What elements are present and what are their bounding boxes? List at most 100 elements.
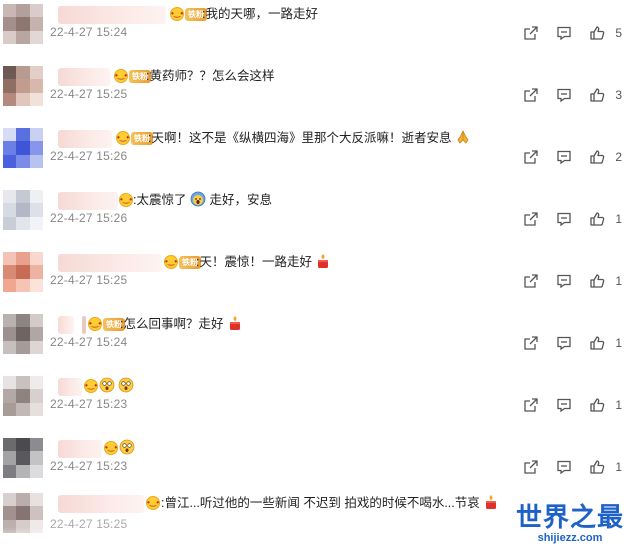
- comment-icon[interactable]: [556, 149, 572, 165]
- share-icon[interactable]: [523, 149, 539, 165]
- comment-item: •‿• 铁粉 :我的天哪，一路走好 22-4-27 15:24 5: [0, 0, 640, 62]
- thumbs-up-icon[interactable]: [589, 335, 605, 351]
- username[interactable]: [58, 495, 144, 513]
- like-count: 5: [615, 26, 622, 40]
- username[interactable]: [58, 192, 118, 210]
- like-count: 1: [615, 274, 622, 288]
- badge-emoji-icon: •‿•: [104, 441, 118, 455]
- username[interactable]: [58, 378, 82, 396]
- comment-text: :黄药师？？怎么会这样: [146, 69, 275, 83]
- badge-emoji-icon: •‿•: [119, 193, 133, 207]
- share-icon[interactable]: [523, 211, 539, 227]
- candle-emoji-icon: [486, 495, 497, 509]
- username-suffix[interactable]: [82, 316, 86, 334]
- fan-badge: •‿•: [104, 440, 118, 456]
- comment-time: 22-4-27 15:26: [50, 211, 128, 225]
- thumbs-up-icon[interactable]: [589, 87, 605, 103]
- thumbs-up-icon[interactable]: [589, 273, 605, 289]
- comment-text: :太震惊了 走好，安息: [133, 191, 272, 209]
- username[interactable]: [58, 130, 112, 148]
- comment-text-body: :曾江...听过他的一些新闻 不迟到 拍戏的时候不喝水...节哀: [161, 496, 480, 510]
- comment-text: :天啊！这不是《纵横四海》里那个大反派嘛！逝者安息: [148, 129, 471, 147]
- username[interactable]: [58, 316, 74, 334]
- thumbs-up-icon[interactable]: [589, 397, 605, 413]
- username[interactable]: [58, 440, 102, 458]
- like-count: 3: [615, 88, 622, 102]
- comment-icon[interactable]: [556, 25, 572, 41]
- thumbs-up-icon[interactable]: [589, 459, 605, 475]
- fan-badge: •‿•: [119, 192, 133, 208]
- comment-icon[interactable]: [556, 273, 572, 289]
- share-icon[interactable]: [523, 335, 539, 351]
- badge-emoji-icon: •‿•: [170, 7, 184, 21]
- comment-actions: 1: [506, 459, 622, 475]
- thumbs-up-icon[interactable]: [589, 25, 605, 41]
- avatar[interactable]: [3, 314, 43, 354]
- comment-icon[interactable]: [556, 397, 572, 413]
- comment-item: •‿• :太震惊了 走好，安息 22-4-27 15:26 1: [0, 186, 640, 248]
- watermark-title: 世界之最: [515, 502, 624, 532]
- avatar[interactable]: [3, 128, 43, 168]
- comment-icon[interactable]: [556, 335, 572, 351]
- comment-item: •‿• 铁粉 :天！震惊！一路走好 22-4-27 15:25 1: [0, 248, 640, 310]
- comment-item: •‿• 铁粉 :天啊！这不是《纵横四海》里那个大反派嘛！逝者安息 22-4-27…: [0, 124, 640, 186]
- comment-actions: 3: [506, 87, 622, 103]
- watermark: 世界之最 shijiezz.com: [504, 502, 636, 545]
- share-icon[interactable]: [523, 397, 539, 413]
- comment-actions: 1: [506, 211, 622, 227]
- username[interactable]: [58, 6, 166, 24]
- shocked-emoji-icon: [119, 377, 134, 393]
- badge-emoji-icon: •‿•: [88, 317, 102, 331]
- comment-text-body: :天啊！这不是《纵横四海》里那个大反派嘛！逝者安息: [148, 131, 452, 145]
- comment-item: •‿• 22-4-27 15:23 1: [0, 434, 640, 496]
- badge-emoji-icon: •‿•: [116, 131, 130, 145]
- like-count: 1: [615, 336, 622, 350]
- scream-emoji-icon: [190, 191, 206, 207]
- watermark-url: shijiezz.com: [537, 532, 603, 544]
- comment-text: :天！震惊！一路走好: [196, 253, 331, 271]
- comment-text: [119, 439, 135, 457]
- like-count: 1: [615, 398, 622, 412]
- comment-actions: 5: [506, 25, 622, 41]
- username[interactable]: [58, 68, 110, 86]
- avatar[interactable]: [3, 66, 43, 106]
- share-icon[interactable]: [523, 273, 539, 289]
- comment-text-body: :怎么回事啊？走好: [120, 317, 224, 331]
- comment-icon[interactable]: [556, 211, 572, 227]
- comment-text: [99, 377, 134, 395]
- comment-item: •‿• 铁粉 :黄药师？？怎么会这样 22-4-27 15:25 3: [0, 62, 640, 124]
- comment-text-body-2: 走好，安息: [209, 193, 272, 207]
- share-icon[interactable]: [523, 87, 539, 103]
- shocked-emoji-icon: [119, 439, 135, 455]
- comment-time: 22-4-27 15:23: [50, 397, 128, 411]
- like-count: 1: [615, 212, 622, 226]
- fan-badge: •‿•: [84, 378, 98, 394]
- avatar[interactable]: [3, 376, 43, 416]
- thumbs-up-icon[interactable]: [589, 211, 605, 227]
- comment-text-body: :太震惊了: [133, 193, 187, 207]
- comment-time: 22-4-27 15:25: [50, 273, 128, 287]
- thumbs-up-icon[interactable]: [589, 149, 605, 165]
- comment-icon[interactable]: [556, 459, 572, 475]
- share-icon[interactable]: [523, 459, 539, 475]
- candle-emoji-icon: [318, 254, 329, 268]
- comment-time: 22-4-27 15:25: [50, 87, 128, 101]
- comment-text-body: :天！震惊！一路走好: [196, 255, 312, 269]
- avatar[interactable]: [3, 252, 43, 292]
- comment-icon[interactable]: [556, 87, 572, 103]
- fan-badge: •‿•: [146, 495, 160, 511]
- comment-actions: 2: [506, 149, 622, 165]
- avatar[interactable]: [3, 4, 43, 44]
- comment-item: •‿• 铁粉 :怎么回事啊？走好 22-4-27 15:24 1: [0, 310, 640, 372]
- pray-emoji-icon: [457, 130, 469, 144]
- share-icon[interactable]: [523, 25, 539, 41]
- avatar[interactable]: [3, 190, 43, 230]
- comment-time: 22-4-27 15:24: [50, 335, 128, 349]
- candle-emoji-icon: [229, 316, 240, 330]
- avatar[interactable]: [3, 438, 43, 478]
- comment-text: :曾江...听过他的一些新闻 不迟到 拍戏的时候不喝水...节哀: [161, 494, 499, 512]
- username[interactable]: [58, 254, 162, 272]
- comment-actions: 1: [506, 273, 622, 289]
- badge-emoji-icon: •‿•: [146, 496, 160, 510]
- shocked-emoji-icon: [99, 377, 115, 393]
